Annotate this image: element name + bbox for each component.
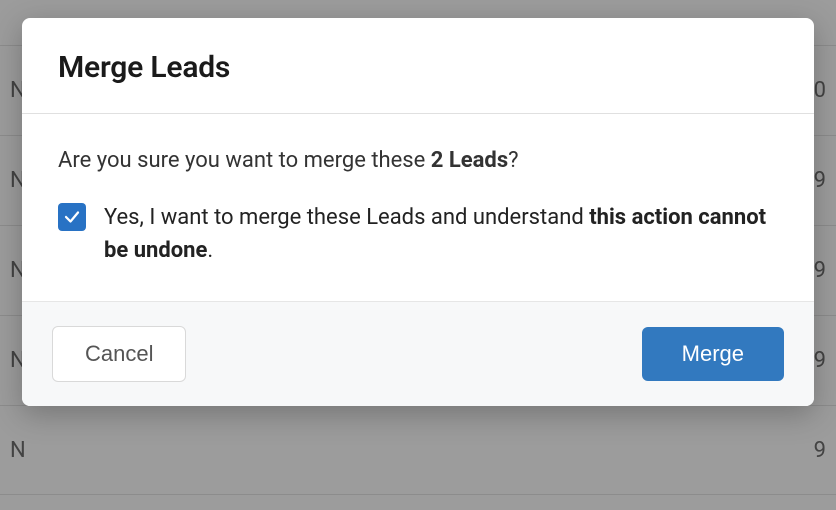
confirm-checkbox-row: Yes, I want to merge these Leads and und… (58, 201, 778, 267)
merge-button[interactable]: Merge (642, 327, 784, 381)
cancel-button[interactable]: Cancel (52, 326, 186, 382)
confirm-prefix: Are you sure you want to merge these (58, 148, 431, 173)
confirm-suffix: ? (508, 148, 518, 173)
checkbox-text-prefix: Yes, I want to merge these Leads and und… (104, 205, 589, 230)
confirm-count: 2 Leads (431, 148, 508, 173)
confirm-question: Are you sure you want to merge these 2 L… (58, 148, 778, 173)
confirm-checkbox-label: Yes, I want to merge these Leads and und… (104, 201, 778, 267)
confirm-checkbox[interactable] (58, 203, 86, 231)
dialog-title: Merge Leads (58, 50, 778, 85)
checkbox-text-suffix: . (207, 238, 213, 263)
merge-leads-dialog: Merge Leads Are you sure you want to mer… (22, 18, 814, 406)
dialog-header: Merge Leads (22, 18, 814, 114)
checkmark-icon (63, 208, 81, 226)
dialog-body: Are you sure you want to merge these 2 L… (22, 114, 814, 301)
modal-overlay: Merge Leads Are you sure you want to mer… (0, 0, 836, 510)
dialog-footer: Cancel Merge (22, 301, 814, 406)
